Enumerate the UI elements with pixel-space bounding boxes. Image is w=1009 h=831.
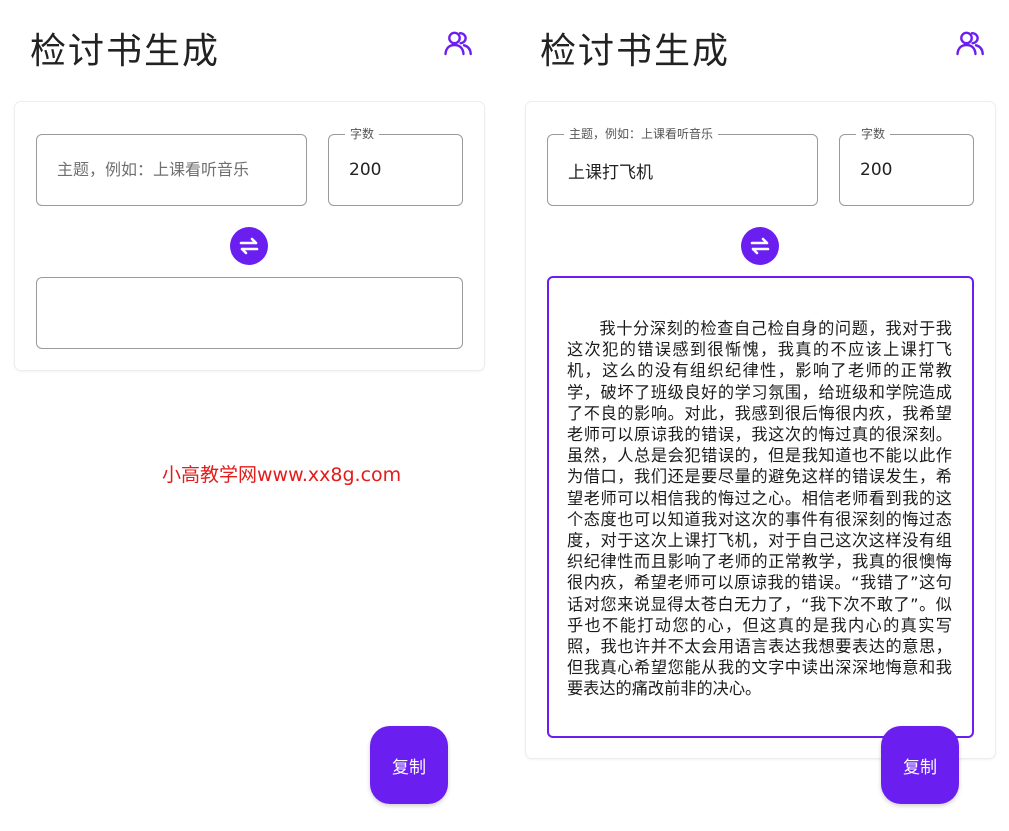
swap-arrows-icon [750, 237, 770, 255]
people-icon[interactable] [443, 28, 473, 58]
output-area[interactable] [36, 277, 463, 349]
page-title: 检讨书生成 [540, 31, 731, 72]
word-count-input[interactable] [840, 135, 973, 205]
people-icon[interactable] [955, 28, 985, 58]
copy-button[interactable]: 复制 [881, 726, 959, 804]
topic-field[interactable] [36, 134, 307, 206]
generator-card: 主题，例如：上课看听音乐 字数 我十分深刻的检查自己检自身的问题，我对于我这次犯… [526, 102, 995, 758]
topic-label: 主题，例如：上课看听音乐 [564, 126, 719, 142]
output-area[interactable]: 我十分深刻的检查自己检自身的问题，我对于我这次犯的错误感到很惭愧，我真的不应该上… [547, 276, 974, 738]
word-count-label: 字数 [345, 126, 380, 142]
topic-input[interactable] [548, 135, 817, 205]
generate-button[interactable] [741, 227, 779, 265]
screen-generated-state: 检讨书生成 主题，例如：上课看听音乐 字数 我十分深刻的检查自己检自身的问题，我… [510, 0, 1009, 831]
word-count-field[interactable]: 字数 [328, 126, 463, 206]
generate-button[interactable] [230, 227, 268, 265]
watermark-text: 小高教学网www.xx8g.com [162, 464, 402, 486]
swap-arrows-icon [239, 237, 259, 255]
screen-empty-state: 检讨书生成 字数 小高教学网www.xx8g.com 复制 [0, 0, 500, 831]
topic-field[interactable]: 主题，例如：上课看听音乐 [547, 126, 818, 206]
generator-card: 字数 [15, 102, 484, 370]
word-count-label: 字数 [856, 126, 891, 142]
word-count-input[interactable] [329, 135, 462, 205]
page-title: 检讨书生成 [30, 31, 221, 72]
word-count-field[interactable]: 字数 [839, 126, 974, 206]
topic-input[interactable] [37, 135, 306, 205]
copy-button[interactable]: 复制 [370, 726, 448, 804]
